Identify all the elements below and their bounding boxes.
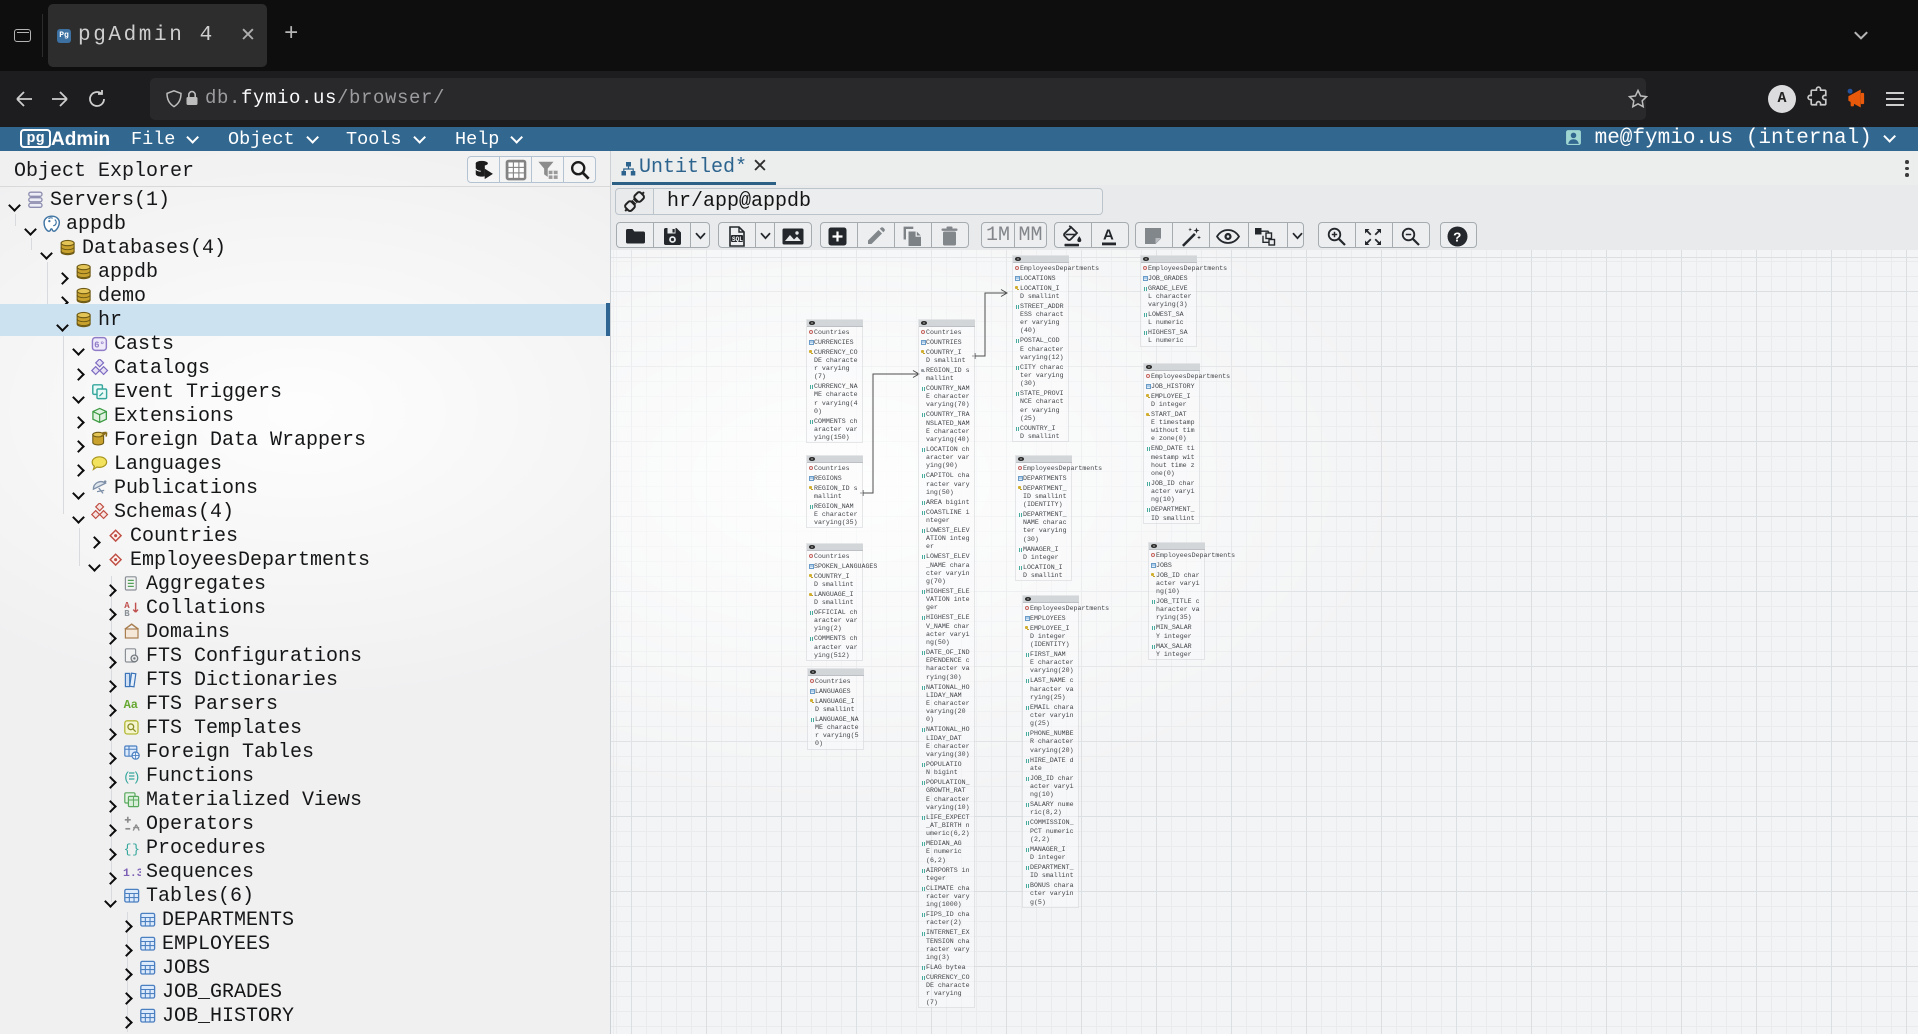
svg-text:SQL: SQL bbox=[732, 236, 743, 243]
svg-text:?: ? bbox=[1453, 232, 1461, 247]
svg-text:A: A bbox=[1103, 227, 1114, 244]
